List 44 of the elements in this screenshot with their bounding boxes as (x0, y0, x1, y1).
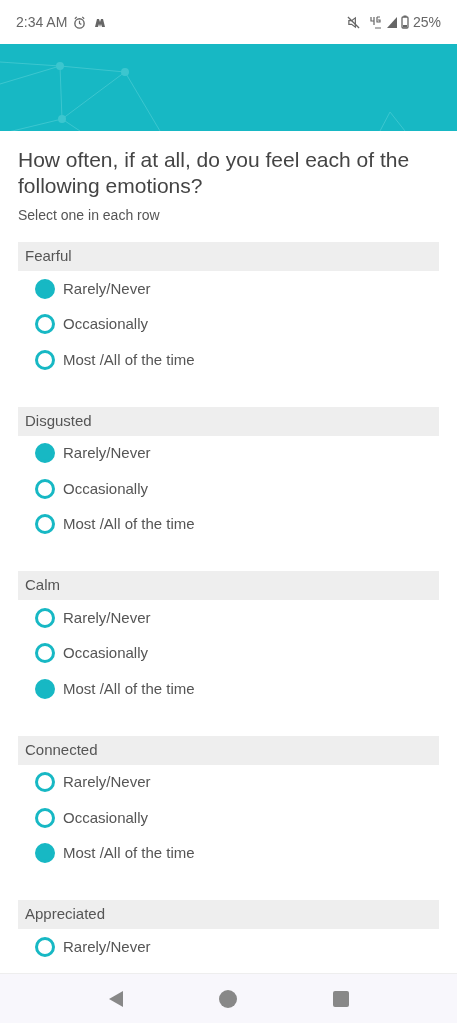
home-icon[interactable] (219, 989, 238, 1008)
radio-option[interactable]: Rarely/Never (18, 929, 439, 965)
radio-button[interactable] (35, 843, 55, 864)
radio-option[interactable]: Occasionally (18, 635, 439, 671)
radio-button[interactable] (35, 314, 55, 335)
question-instruction: Select one in each row (18, 206, 161, 225)
radio-option[interactable]: Occasionally (18, 471, 439, 507)
recents-icon[interactable] (333, 990, 350, 1007)
radio-button[interactable] (35, 349, 55, 370)
battery-percentage: 25% (412, 12, 441, 32)
mute-icon (346, 15, 360, 29)
radio-option[interactable]: Most /All of the time (18, 671, 439, 707)
status-time: 2:34 AM (16, 12, 68, 32)
alarm-icon (73, 15, 87, 29)
radio-button[interactable] (35, 807, 55, 828)
radio-option[interactable]: Rarely/Never (18, 271, 439, 307)
radio-option[interactable]: Occasionally (18, 306, 439, 342)
signal-icon (385, 15, 398, 29)
radio-button[interactable] (35, 936, 55, 957)
radio-option[interactable]: Most /All of the time (18, 342, 439, 378)
radio-button[interactable] (35, 643, 55, 664)
radio-option[interactable]: Occasionally (18, 800, 439, 836)
radio-button[interactable] (35, 514, 55, 535)
row-header: Fearful (18, 242, 439, 271)
battery-icon (400, 15, 409, 29)
radio-button[interactable] (35, 478, 55, 499)
row-header: Calm (18, 571, 439, 600)
radio-button[interactable] (35, 678, 55, 699)
radio-button[interactable] (35, 443, 55, 464)
row-header: Connected (18, 735, 439, 765)
row-header: Appreciated (18, 900, 439, 929)
radio-button[interactable] (35, 772, 55, 793)
network-4g-icon (369, 15, 384, 29)
radio-option[interactable]: Most /All of the time (18, 835, 439, 871)
back-icon[interactable] (107, 989, 124, 1008)
app-notification-icon (94, 16, 108, 28)
row-header: Disgusted (18, 406, 439, 436)
radio-option[interactable]: Most /All of the time (18, 506, 439, 542)
radio-option[interactable]: Rarely/Never (18, 435, 439, 471)
radio-button[interactable] (35, 607, 55, 628)
radio-option[interactable]: Rarely/Never (18, 764, 439, 800)
question-title: How often, if at all, do you feel each of the following emotions? (18, 147, 411, 199)
radio-option[interactable]: Rarely/Never (18, 600, 439, 636)
radio-button[interactable] (35, 278, 55, 299)
